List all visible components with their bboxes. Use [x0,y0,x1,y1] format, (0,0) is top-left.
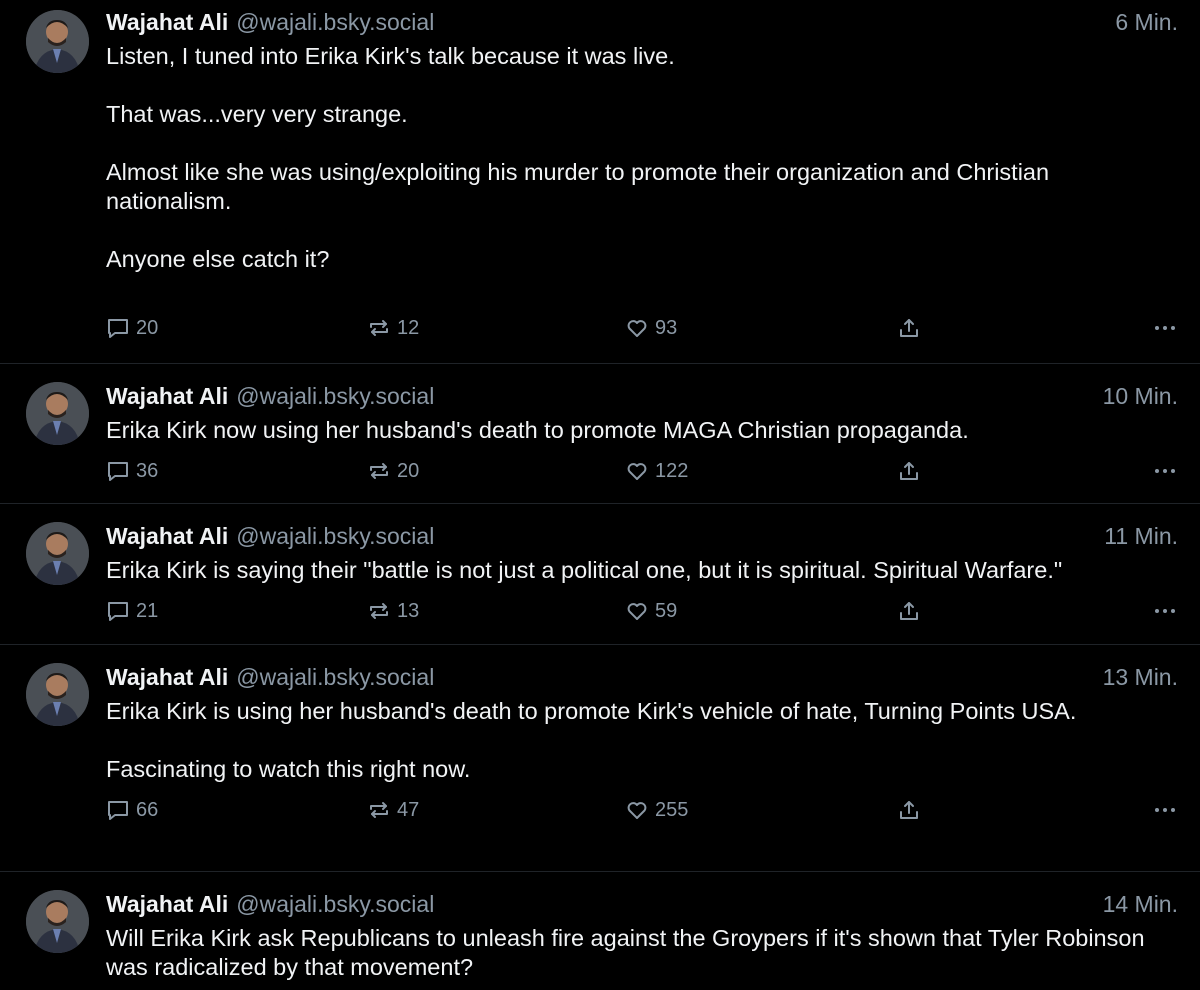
share-button[interactable] [897,316,927,340]
post-paragraph: Erika Kirk is saying their "battle is no… [106,557,1063,583]
repost-button[interactable]: 13 [367,599,419,623]
share-button[interactable] [897,459,927,483]
post-paragraph: Anyone else catch it? [106,246,330,272]
reply-icon [108,801,128,820]
share-button[interactable] [897,798,927,822]
post-text: Erika Kirk now using her husband's death… [106,416,1178,445]
author-name[interactable]: Wajahat Ali [106,524,228,548]
repost-count: 47 [397,798,420,821]
post-actions: 66 47 255 [106,795,1178,825]
post-text: Listen, I tuned into Erika Kirk's talk b… [106,42,1178,274]
reply-icon [108,462,128,481]
post-paragraph: Erika Kirk now using her husband's death… [106,417,969,443]
like-button[interactable]: 255 [625,798,688,822]
author-name[interactable]: Wajahat Ali [106,384,228,408]
post-paragraph: Listen, I tuned into Erika Kirk's talk b… [106,43,675,69]
repost-count: 12 [397,316,420,339]
like-button[interactable]: 122 [625,459,688,483]
reply-button[interactable]: 21 [106,599,158,623]
post-text: Erika Kirk is saying their "battle is no… [106,556,1178,585]
post-actions: 20 12 93 [106,313,1178,343]
post-timestamp[interactable]: 14 Min. [1103,892,1178,916]
post-paragraph: Erika Kirk is using her husband's death … [106,698,1077,724]
avatar[interactable] [26,10,89,73]
like-button[interactable]: 93 [625,316,677,340]
reply-count: 66 [136,798,159,821]
reply-button[interactable]: 66 [106,798,158,822]
post-paragraph: That was...very very strange. [106,101,408,127]
post-text: Will Erika Kirk ask Republicans to unlea… [106,924,1178,982]
more-icon [1155,326,1175,330]
post-paragraph: Will Erika Kirk ask Republicans to unlea… [106,925,1145,980]
avatar[interactable] [26,663,89,726]
repost-icon [370,802,388,818]
reply-button[interactable]: 36 [106,459,158,483]
author-handle[interactable]: @wajali.bsky.social [236,524,434,548]
post[interactable]: Wajahat Ali @wajali.bsky.social 11 Min. … [0,504,1200,645]
reply-icon [108,602,128,621]
reply-icon [108,319,128,338]
more-icon [1155,808,1175,812]
share-icon [900,462,918,480]
author-handle[interactable]: @wajali.bsky.social [236,10,434,34]
repost-icon [370,320,388,336]
post[interactable]: Wajahat Ali @wajali.bsky.social 10 Min. … [0,364,1200,504]
reply-button[interactable]: 20 [106,316,158,340]
avatar[interactable] [26,890,89,953]
more-icon [1155,469,1175,473]
repost-count: 20 [397,459,420,482]
repost-button[interactable]: 12 [367,316,419,340]
heart-icon [627,463,647,480]
author-handle[interactable]: @wajali.bsky.social [236,665,434,689]
post-timestamp[interactable]: 10 Min. [1103,384,1178,408]
heart-icon [627,320,647,337]
repost-icon [370,603,388,619]
avatar[interactable] [26,522,89,585]
like-count: 255 [655,798,689,821]
reply-count: 20 [136,316,159,339]
repost-button[interactable]: 47 [367,798,419,822]
author-name[interactable]: Wajahat Ali [106,10,228,34]
post[interactable]: Wajahat Ali @wajali.bsky.social 13 Min. … [0,645,1200,872]
more-options-button[interactable] [1152,458,1178,484]
post-paragraph: Almost like she was using/exploiting his… [106,159,1050,214]
reply-count: 21 [136,599,159,622]
author-handle[interactable]: @wajali.bsky.social [236,892,434,916]
post[interactable]: Wajahat Ali @wajali.bsky.social 6 Min. L… [0,0,1200,364]
share-button[interactable] [897,599,927,623]
author-handle[interactable]: @wajali.bsky.social [236,384,434,408]
share-icon [900,602,918,620]
post-actions: 36 20 122 [106,456,1178,486]
like-count: 93 [655,316,678,339]
like-button[interactable]: 59 [625,599,677,623]
post-timestamp[interactable]: 13 Min. [1103,665,1178,689]
author-name[interactable]: Wajahat Ali [106,665,228,689]
repost-icon [370,463,388,479]
post-paragraph: Fascinating to watch this right now. [106,756,471,782]
more-icon [1155,609,1175,613]
repost-button[interactable]: 20 [367,459,419,483]
post-actions: 21 13 59 [106,596,1178,626]
avatar[interactable] [26,382,89,445]
more-options-button[interactable] [1152,797,1178,823]
more-options-button[interactable] [1152,598,1178,624]
share-icon [900,801,918,819]
post[interactable]: Wajahat Ali @wajali.bsky.social 14 Min. … [0,872,1200,990]
repost-count: 13 [397,599,420,622]
post-text: Erika Kirk is using her husband's death … [106,697,1178,784]
heart-icon [627,802,647,819]
more-options-button[interactable] [1152,315,1178,341]
post-timestamp[interactable]: 6 Min. [1115,10,1178,34]
heart-icon [627,603,647,620]
author-name[interactable]: Wajahat Ali [106,892,228,916]
reply-count: 36 [136,459,159,482]
like-count: 122 [655,459,689,482]
share-icon [900,319,918,337]
post-feed: Wajahat Ali @wajali.bsky.social 6 Min. L… [0,0,1200,990]
post-timestamp[interactable]: 11 Min. [1104,524,1178,548]
like-count: 59 [655,599,678,622]
